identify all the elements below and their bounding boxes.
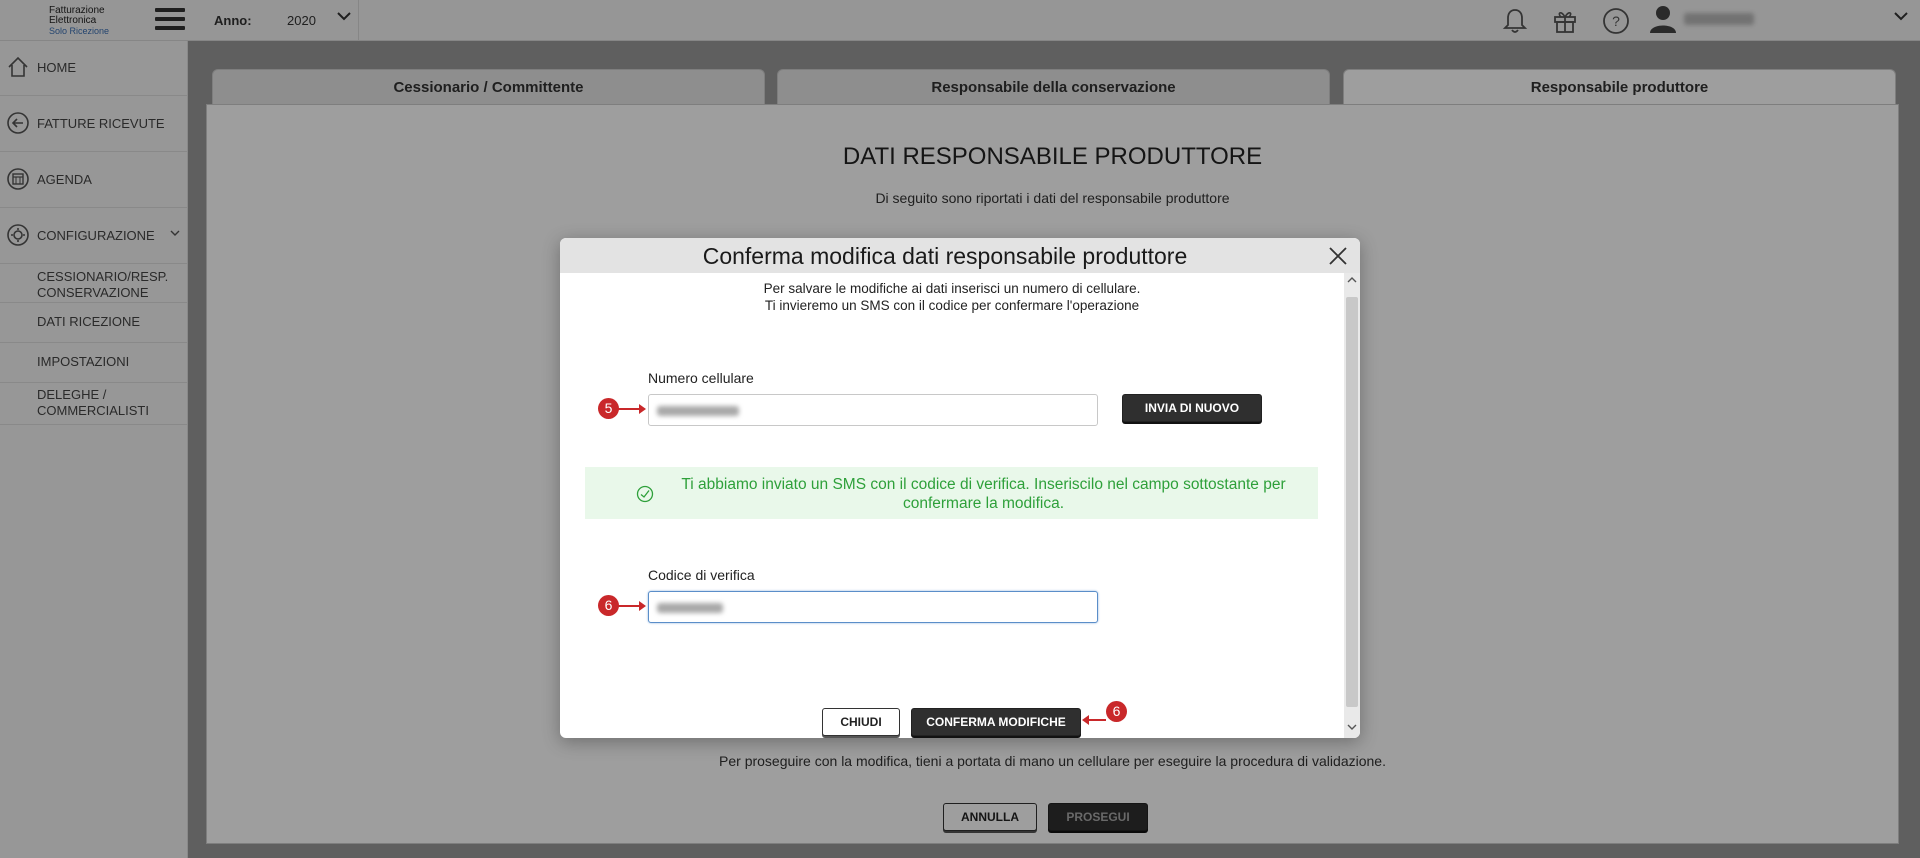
alert-message: Ti abbiamo inviato un SMS con il codice … — [681, 476, 1286, 512]
scroll-up-icon[interactable] — [1346, 275, 1358, 289]
resend-button[interactable]: INVIA DI NUOVO — [1122, 394, 1262, 422]
check-circle-icon — [636, 485, 654, 503]
step-marker-phone: 5 — [598, 398, 619, 419]
modal-title: Conferma modifica dati responsabile prod… — [702, 243, 1188, 269]
confirm-modal: Conferma modifica dati responsabile prod… — [560, 238, 1360, 738]
phone-label: Numero cellulare — [648, 370, 754, 386]
confirm-changes-button[interactable]: CONFERMA MODIFICHE — [911, 708, 1081, 736]
step-marker-code: 6 — [598, 595, 619, 616]
arrow-left-icon — [1082, 715, 1106, 725]
redacted-phone-value — [657, 406, 739, 416]
step-marker-confirm: 6 — [1106, 701, 1127, 722]
arrow-right-icon — [618, 404, 646, 414]
modal-scrollbar[interactable] — [1344, 273, 1360, 738]
close-button[interactable]: CHIUDI — [822, 708, 900, 736]
scroll-down-icon[interactable] — [1346, 722, 1358, 736]
verification-code-label: Codice di verifica — [648, 567, 755, 583]
verification-code-input[interactable] — [648, 591, 1098, 623]
modal-intro: Per salvare le modifiche ai dati inseris… — [763, 281, 1141, 313]
sms-sent-alert: Ti abbiamo inviato un SMS con il codice … — [585, 467, 1318, 519]
phone-input[interactable] — [648, 394, 1098, 426]
close-icon[interactable] — [1326, 244, 1350, 268]
redacted-code-value — [657, 603, 723, 613]
scroll-thumb[interactable] — [1346, 297, 1358, 707]
arrow-right-icon — [618, 601, 646, 611]
modal-header: Conferma modifica dati responsabile prod… — [560, 238, 1360, 273]
